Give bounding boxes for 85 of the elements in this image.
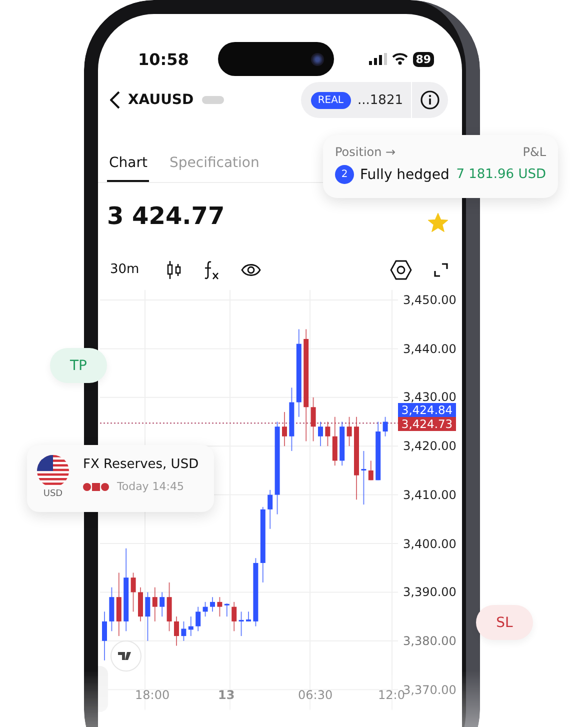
candle [332,416,338,466]
position-status: Fully hedged [360,166,450,182]
candle [340,421,345,466]
symbol-name: XAUUSD [128,92,194,108]
price-axis-label: 3,390.00 [403,585,456,600]
price-axis-label: 3,450.00 [403,293,456,307]
price-axis-label: 3,440.00 [403,342,456,356]
time-axis-label: 18:00 [135,688,170,702]
event-title: FX Reserves, USD [83,457,199,472]
battery-level: 89 [412,52,434,66]
candle [102,611,107,661]
status-time: 10:58 [138,50,190,68]
candle [253,558,258,627]
candle [210,596,215,612]
event-card[interactable]: USD FX Reserves, USD Today 14:45 [27,445,214,512]
time-axis-label: 12:0 [378,688,405,702]
star-icon[interactable] [428,212,448,232]
candle [174,616,179,646]
candle [116,572,122,637]
tab[interactable]: Chart [107,145,150,182]
price-axis-label: 3,430.00 [403,390,456,404]
candle [138,586,143,622]
expand-icon[interactable] [434,262,448,276]
candle [368,460,374,481]
price-axis-label: 3,380.00 [403,634,456,648]
account-number: ...1821 [358,92,403,108]
candle [160,592,165,618]
account-selector[interactable]: REAL ...1821 [300,82,448,118]
position-link[interactable]: Position → [335,145,396,159]
price-axis-label: 3,420.00 [403,439,456,454]
candle [346,416,352,447]
candle [268,489,273,530]
candle [202,601,208,618]
signal-icon [368,53,387,65]
back-button[interactable] [110,91,120,109]
stop-loss-pill[interactable]: SL [476,605,533,640]
candle [224,602,230,618]
bid-price-tag: 3,424.73 [398,417,456,432]
candle [382,416,388,437]
eye-icon[interactable] [241,262,262,276]
candle [152,586,158,622]
candle [238,611,244,637]
candle [217,596,222,618]
candle [361,450,366,506]
candle [318,421,323,447]
candle [282,412,287,447]
position-card[interactable]: Position → P&L 2 Fully hedged 7 181.96 USD [323,135,558,198]
price-value: 3 424.77 [107,202,225,230]
ask-price-tag: 3,424.84 [398,403,456,418]
candle [376,421,381,481]
timeframe-button[interactable]: 30m [104,261,146,278]
candle [181,620,186,642]
pnl-label: P&L [522,145,546,159]
flag-icon [37,455,69,487]
candle [188,616,194,637]
impact-icon [83,482,109,490]
drawer-handle[interactable] [98,666,108,712]
event-time: Today 14:45 [117,480,184,493]
currency-code: USD [43,489,63,499]
price-axis-label: 3,410.00 [403,488,456,502]
time-axis-label: 13 [218,688,235,702]
hexagon-settings-icon[interactable] [390,260,412,280]
candle [246,611,251,622]
candle [310,396,316,442]
position-count-badge: 2 [335,165,354,184]
candle [145,592,150,642]
time-axis-label: 06:30 [298,688,333,702]
candle [325,421,330,447]
account-type-badge: REAL [310,92,351,108]
back-icon [110,91,120,109]
function-icon[interactable] [203,260,220,280]
masked-value-icon [202,96,224,104]
candle [166,582,172,632]
candle [196,606,201,632]
candle [232,601,237,632]
candle [289,387,294,452]
pnl-value: 7 181.96 USD [456,167,546,182]
candle [130,572,136,612]
candlestick-icon[interactable] [167,260,182,280]
wifi-icon [392,53,408,65]
chart-logo-icon [110,640,142,672]
price-axis-label: 3,400.00 [403,536,456,550]
info-icon[interactable] [420,90,440,110]
price-axis-label: 3,370.00 [403,682,456,697]
candle [109,586,114,632]
